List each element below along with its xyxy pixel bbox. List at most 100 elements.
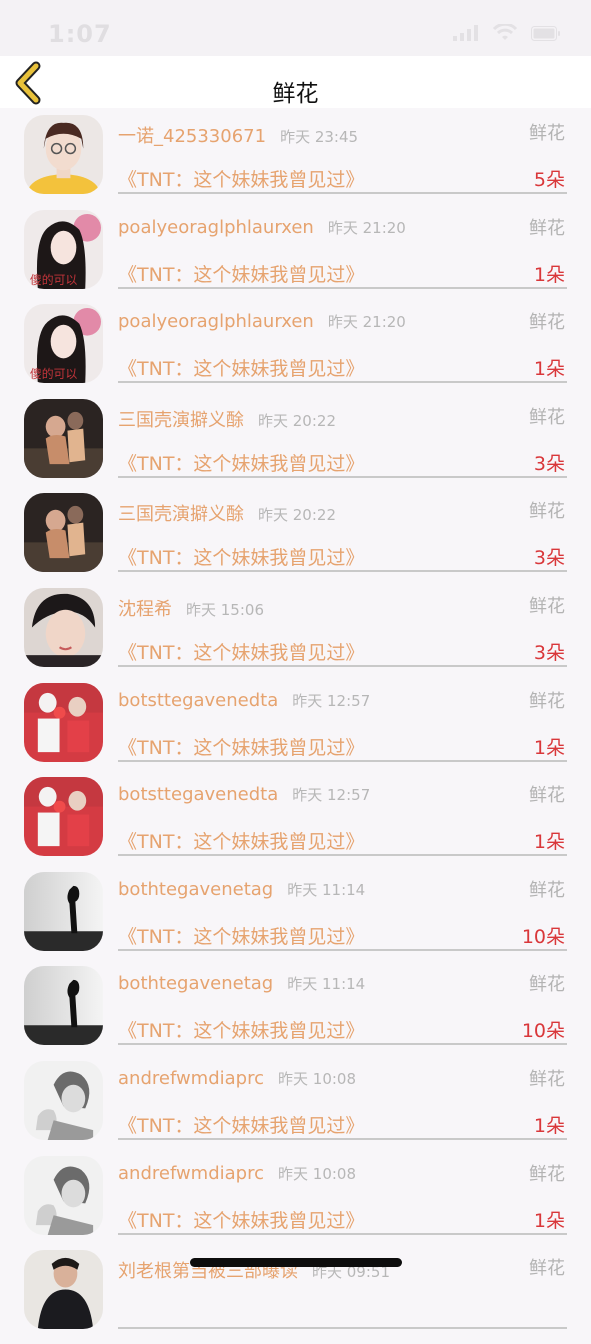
divider: [118, 759, 567, 762]
book-title-link[interactable]: 《TNT：这个妹妹我曾见过》: [118, 1016, 364, 1043]
battery-icon: [531, 25, 560, 41]
divider: [118, 854, 567, 857]
book-title-link[interactable]: 《TNT：这个妹妹我曾见过》: [118, 1111, 364, 1138]
gift-count: 1朵: [533, 831, 565, 854]
gift-list: 一诺_425330671 昨天 23:45 鲜花 《TNT：这个妹妹我曾见过》 5朵 傻的…: [0, 114, 591, 1344]
username[interactable]: bothtegavenetag 昨天 11:14: [118, 879, 365, 900]
book-title-link[interactable]: 《TNT：这个妹妹我曾见过》: [118, 543, 364, 570]
username[interactable]: poalyeoraglphlaurxen 昨天 21:20: [118, 217, 406, 238]
book-title-link[interactable]: 《TNT：这个妹妹我曾见过》: [118, 165, 364, 192]
gift-count: 1朵: [533, 1114, 565, 1137]
username[interactable]: bothtegavenetag 昨天 11:14: [118, 973, 365, 994]
list-item[interactable]: 沈程希 昨天 15:06 鲜花《TNT：这个妹妹我曾见过》 3朵: [0, 587, 591, 682]
divider: [118, 475, 567, 478]
username[interactable]: andrefwmdiaprc 昨天 10:08: [118, 1163, 356, 1184]
book-title-link[interactable]: 《TNT：这个妹妹我曾见过》: [118, 922, 364, 949]
divider: [118, 1137, 567, 1140]
list-item[interactable]: bothtegavenetag 昨天 11:14 鲜花 《TNT：这个妹妹我曾见过》 1…: [0, 871, 591, 966]
gift-type: 鲜花: [529, 123, 565, 144]
list-item[interactable]: andrefwmdiaprc 昨天 10:08 鲜花 《TNT：这个妹妹我曾见过》 1朵: [0, 1060, 591, 1155]
gift-type: 鲜花: [529, 1163, 565, 1185]
timestamp: 昨天 20:22: [258, 506, 336, 525]
avatar[interactable]: 傻的可以: [24, 304, 103, 384]
timestamp: 昨天 23:45: [280, 128, 359, 146]
gift-count: 3朵: [533, 641, 565, 664]
username-text: botsttegavenedta: [118, 689, 279, 711]
home-indicator[interactable]: [190, 1258, 402, 1267]
username[interactable]: poalyeoraglphlaurxen 昨天 21:20: [118, 311, 406, 332]
username-text: 三国壳演擗义酴: [118, 409, 244, 431]
gift-type: 鲜花: [529, 879, 565, 901]
book-title-link[interactable]: 《TNT：这个妹妹我曾见过》: [118, 827, 364, 854]
username[interactable]: 三国壳演擗义酴 昨天 20:22: [118, 500, 336, 526]
status-time: 1:07: [48, 20, 112, 48]
avatar[interactable]: [24, 1060, 103, 1140]
timestamp: 昨天 10:08: [278, 1164, 357, 1183]
list-item[interactable]: 一诺_425330671 昨天 23:45 鲜花《TNT：这个妹妹我曾见过》 5朵: [0, 114, 591, 209]
avatar[interactable]: [24, 587, 103, 667]
book-title-link[interactable]: 《TNT：这个妹妹我曾见过》: [118, 1206, 364, 1233]
username-text: bothtegavenetag: [118, 973, 274, 995]
username[interactable]: 一诺_425330671 昨天 23:45: [118, 122, 358, 148]
username[interactable]: 沈程希 昨天 15:06: [118, 595, 264, 621]
avatar[interactable]: [24, 777, 103, 857]
divider: [118, 948, 567, 951]
gift-type: 鲜花: [529, 974, 565, 996]
username-text: bothtegavenetag: [118, 878, 274, 900]
divider: [118, 570, 567, 573]
divider: [118, 1043, 567, 1046]
avatar[interactable]: [24, 966, 103, 1046]
list-item[interactable]: 三国壳演擗义酴 昨天 20:22 鲜花 《TNT：这个妹妹我曾见过》 3朵: [0, 492, 591, 587]
timestamp: 昨天 12:57: [292, 786, 371, 805]
gift-count: 1朵: [533, 358, 565, 381]
book-title-link[interactable]: 《TNT：这个妹妹我曾见过》: [118, 449, 364, 476]
divider: [118, 1327, 567, 1330]
username[interactable]: botsttegavenedta 昨天 12:57: [118, 784, 370, 805]
book-title-link[interactable]: 《TNT：这个妹妹我曾见过》: [118, 733, 364, 760]
timestamp: 昨天 12:57: [292, 691, 371, 710]
timestamp: 昨天 21:20: [327, 218, 406, 237]
username[interactable]: andrefwmdiaprc 昨天 10:08: [118, 1068, 356, 1089]
username-text: poalyeoraglphlaurxen: [118, 311, 314, 333]
svg-text:傻的可以: 傻的可以: [30, 367, 78, 381]
avatar[interactable]: [24, 682, 103, 762]
gift-count: 1朵: [533, 736, 565, 759]
divider: [118, 286, 567, 289]
divider: [118, 381, 567, 384]
avatar[interactable]: 傻的可以: [24, 209, 103, 289]
gift-count: 5朵: [533, 169, 565, 191]
timestamp: 昨天 10:08: [278, 1069, 357, 1088]
list-item[interactable]: andrefwmdiaprc 昨天 10:08 鲜花 《TNT：这个妹妹我曾见过》 1朵: [0, 1155, 591, 1250]
timestamp: 昨天 20:22: [258, 411, 336, 430]
avatar[interactable]: [24, 493, 103, 573]
gift-type: 鲜花: [529, 690, 565, 712]
username[interactable]: botsttegavenedta 昨天 12:57: [118, 690, 370, 711]
list-item[interactable]: botsttegavenedta 昨天 12:57 鲜花《TNT：这个妹妹我曾见过》…: [0, 776, 591, 871]
book-title-link[interactable]: 《TNT：这个妹妹我曾见过》: [118, 260, 364, 287]
gift-type: 鲜花: [529, 785, 565, 807]
username-text: andrefwmdiaprc: [118, 1067, 265, 1089]
list-item[interactable]: bothtegavenetag 昨天 11:14 鲜花《TNT：这个妹妹我曾见过》 1…: [0, 965, 591, 1060]
username-text: 一诺_425330671: [118, 126, 267, 147]
gift-type: 鲜花: [529, 595, 565, 617]
timestamp: 昨天 21:20: [327, 313, 406, 332]
timestamp: 昨天 11:14: [287, 975, 366, 994]
gift-count: 3朵: [533, 452, 565, 475]
list-item[interactable]: 傻的可以 poalyeoraglphlaurxen 昨天 21:20 鲜花 《TNT：这…: [0, 209, 591, 304]
avatar[interactable]: [24, 115, 103, 194]
gift-count: 10朵: [521, 1020, 565, 1043]
username[interactable]: 三国壳演擗义酴 昨天 20:22: [118, 406, 336, 432]
list-item[interactable]: 三国壳演擗义酴 昨天 20:22 鲜花 《TNT：这个妹妹我曾见过》 3朵: [0, 398, 591, 493]
username-text: 沈程希: [118, 598, 172, 620]
username-text: andrefwmdiaprc: [118, 1162, 265, 1184]
avatar[interactable]: [24, 871, 103, 951]
list-item[interactable]: botsttegavenedta 昨天 12:57 鲜花《TNT：这个妹妹我曾见过》…: [0, 682, 591, 777]
avatar[interactable]: [24, 398, 103, 478]
avatar[interactable]: [24, 1155, 103, 1235]
divider: [118, 664, 567, 667]
book-title-link[interactable]: 《TNT：这个妹妹我曾见过》: [118, 638, 364, 665]
divider: [118, 1232, 567, 1235]
avatar[interactable]: [24, 1250, 103, 1330]
list-item[interactable]: 傻的可以 poalyeoraglphlaurxen 昨天 21:20 鲜花 《TNT：这…: [0, 303, 591, 398]
book-title-link[interactable]: 《TNT：这个妹妹我曾见过》: [118, 354, 364, 381]
